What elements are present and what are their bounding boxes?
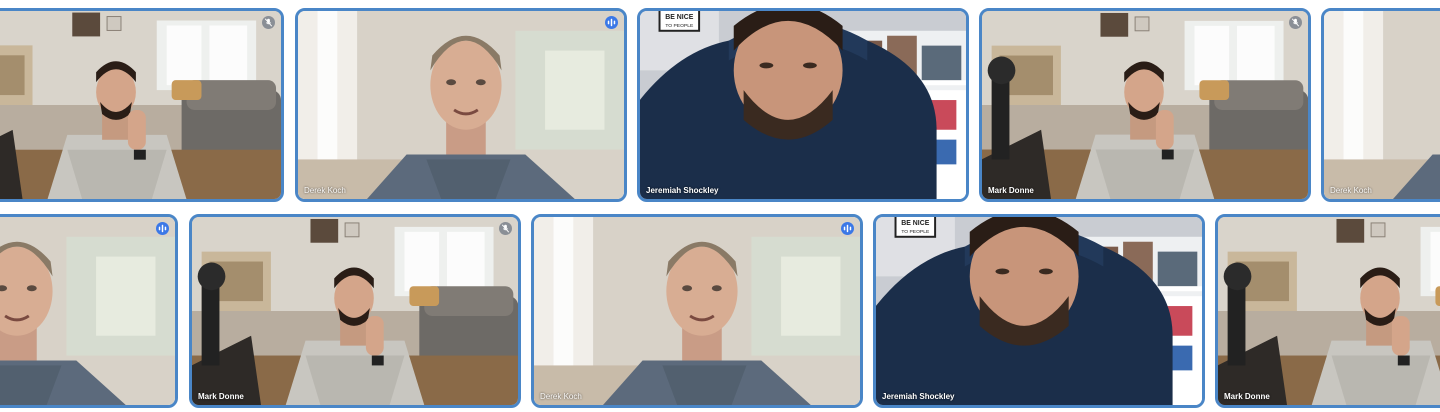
participant-video	[1218, 217, 1440, 405]
audio-wave-icon	[841, 222, 854, 235]
participant-name: Mark Donne	[198, 392, 244, 401]
participant-video	[0, 11, 281, 199]
mic-off-icon	[1289, 16, 1302, 29]
participant-video	[298, 11, 624, 199]
participant-name: Derek Koch	[540, 392, 582, 401]
mic-off-icon	[262, 16, 275, 29]
participant-name: Derek Koch	[1330, 186, 1372, 195]
mic-off-icon	[499, 222, 512, 235]
video-tile-derek-koch[interactable]	[0, 214, 178, 408]
participant-name: Jeremiah Shockley	[646, 186, 719, 195]
audio-wave-icon	[156, 222, 169, 235]
video-tile-derek-koch[interactable]: Derek Koch	[1321, 8, 1440, 202]
participant-video	[640, 11, 966, 199]
video-tile-mark-donne[interactable]: Mark Donne	[1215, 214, 1440, 408]
participant-name: Derek Koch	[304, 186, 346, 195]
video-tile-derek-koch[interactable]: Derek Koch	[531, 214, 863, 408]
participant-name: Jeremiah Shockley	[882, 392, 955, 401]
audio-wave-icon	[605, 16, 618, 29]
video-tile-mark-donne[interactable]	[0, 8, 284, 202]
participant-video	[876, 217, 1202, 405]
video-tile-mark-donne[interactable]: Mark Donne	[189, 214, 521, 408]
video-tile-jeremiah-shockley[interactable]: Jeremiah Shockley	[637, 8, 969, 202]
participant-video	[534, 217, 860, 405]
video-grid: Derek Koch Jeremiah Shockley Mark Donne …	[0, 0, 1440, 412]
video-tile-mark-donne[interactable]: Mark Donne	[979, 8, 1311, 202]
participant-name: Mark Donne	[1224, 392, 1270, 401]
participant-video	[982, 11, 1308, 199]
video-tile-derek-koch[interactable]: Derek Koch	[295, 8, 627, 202]
participant-video	[192, 217, 518, 405]
participant-video	[1324, 11, 1440, 199]
participant-video	[0, 217, 175, 405]
video-tile-jeremiah-shockley[interactable]: Jeremiah Shockley	[873, 214, 1205, 408]
participant-name: Mark Donne	[988, 186, 1034, 195]
